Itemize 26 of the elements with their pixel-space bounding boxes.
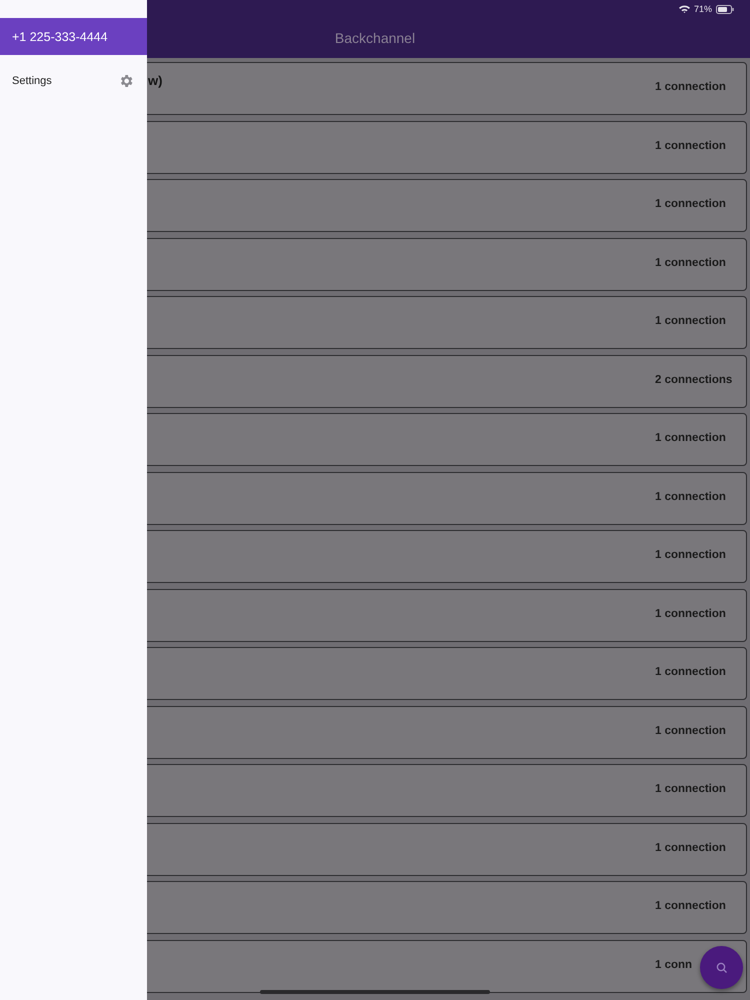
connection-count: 1 connection xyxy=(655,140,726,152)
wifi-icon xyxy=(678,5,690,13)
connection-count: 1 connection xyxy=(655,549,726,561)
gear-icon xyxy=(118,73,134,89)
connection-count: 1 connection xyxy=(655,315,726,327)
battery-icon xyxy=(716,4,734,14)
connection-count: 1 connection xyxy=(655,432,726,444)
connection-count: 1 connection xyxy=(655,783,726,795)
connection-count: 1 connection xyxy=(655,608,726,620)
drawer-item-label: Settings xyxy=(12,75,52,87)
connection-count: 1 conn xyxy=(655,958,692,970)
account-phone-number: +1 225-333-4444 xyxy=(12,30,108,44)
search-icon xyxy=(716,962,728,974)
battery-percentage: 71% xyxy=(694,4,712,14)
connection-count: 1 connection xyxy=(655,666,726,678)
connection-count: 1 connection xyxy=(655,81,726,93)
connection-count: 1 connection xyxy=(655,256,726,268)
conversation-title: w) xyxy=(148,73,162,88)
connection-count: 1 connection xyxy=(655,490,726,502)
connection-count: 1 connection xyxy=(655,198,726,210)
connection-count: 1 connection xyxy=(655,842,726,854)
app-title: Backchannel xyxy=(334,30,416,46)
connection-count: 1 connection xyxy=(655,900,726,912)
connection-count: 1 connection xyxy=(655,724,726,736)
connection-count: 2 connections xyxy=(655,374,732,386)
account-bar[interactable]: +1 225-333-4444 xyxy=(0,18,147,55)
